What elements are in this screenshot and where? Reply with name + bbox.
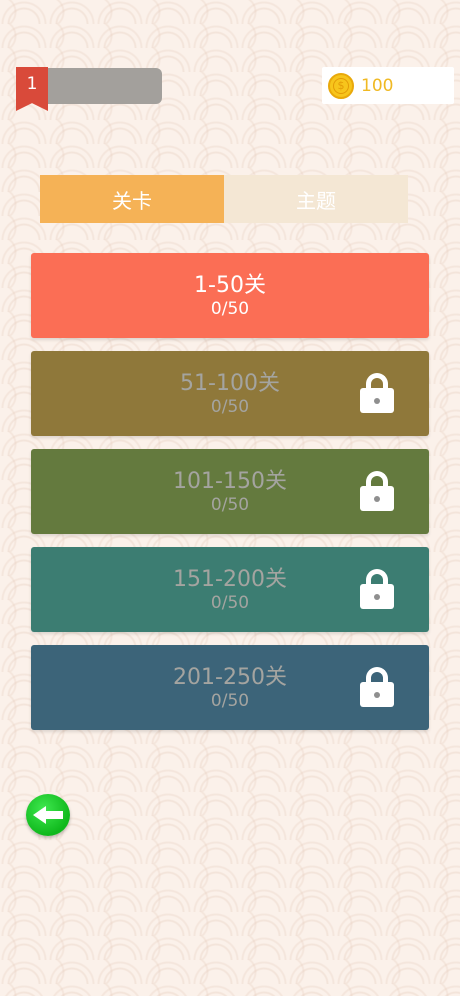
lock-icon — [360, 667, 394, 707]
level-range-title: 1-50关 — [194, 273, 266, 298]
level-card-3[interactable]: 101-150关 0/50 — [31, 449, 429, 534]
coin-amount: 100 — [361, 75, 394, 96]
level-card-2[interactable]: 51-100关 0/50 — [31, 351, 429, 436]
lock-icon — [360, 569, 394, 609]
tab-levels[interactable]: 关卡 — [40, 175, 224, 223]
level-progress: 0/50 — [210, 299, 250, 319]
player-rank: 1 — [16, 67, 162, 111]
lock-icon — [360, 471, 394, 511]
coin-icon: $ — [328, 72, 354, 99]
rank-number: 1 — [26, 74, 38, 94]
rank-badge-icon: 1 — [16, 67, 48, 111]
tab-bar: 关卡 主题 — [40, 175, 408, 223]
level-card-4[interactable]: 151-200关 0/50 — [31, 547, 429, 632]
lock-icon — [360, 373, 394, 413]
coin-counter: $ 100 — [322, 67, 454, 104]
level-card-5[interactable]: 201-250关 0/50 — [31, 645, 429, 730]
level-card-1[interactable]: 1-50关 0/50 — [31, 253, 429, 338]
player-name-bar — [44, 68, 162, 104]
tab-themes[interactable]: 主题 — [224, 175, 408, 223]
back-button[interactable] — [26, 794, 70, 836]
